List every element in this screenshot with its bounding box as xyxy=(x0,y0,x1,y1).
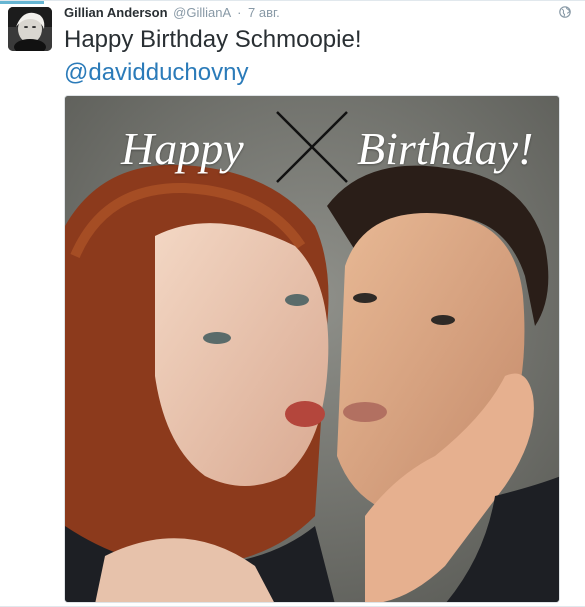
overlay-text-happy: Happy xyxy=(121,123,244,174)
tweet-timestamp[interactable]: 7 авг. xyxy=(248,5,280,20)
globe-icon[interactable] xyxy=(559,6,571,18)
tweet-text: Happy Birthday Schmoopie! @davidduchovny xyxy=(64,23,564,89)
user-avatar-icon xyxy=(8,7,52,51)
x-mark-icon xyxy=(276,111,348,183)
tweet-header: Gillian Anderson @GillianA · 7 авг. xyxy=(64,5,280,21)
author-fullname[interactable]: Gillian Anderson xyxy=(64,5,168,20)
top-accent-bar xyxy=(0,1,44,4)
header-separator: · xyxy=(237,5,242,20)
mention-link[interactable]: @davidduchovny xyxy=(64,56,564,89)
tweet-card[interactable]: Gillian Anderson @GillianA · 7 авг. Happ… xyxy=(0,0,585,607)
avatar[interactable] xyxy=(8,7,52,51)
media-photo[interactable]: Happy Birthday! xyxy=(64,95,560,603)
tweet-body: Happy Birthday Schmoopie! xyxy=(64,26,362,53)
overlay-text-birthday: Birthday! xyxy=(357,123,534,174)
author-username[interactable]: @GillianA xyxy=(173,5,230,20)
